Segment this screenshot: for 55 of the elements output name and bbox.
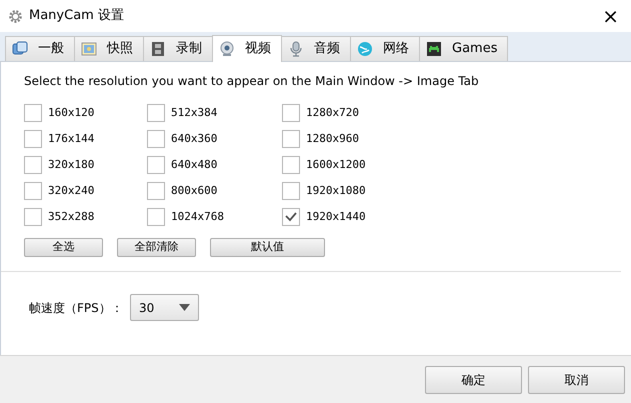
checkbox[interactable] <box>24 156 42 174</box>
close-button[interactable]: × <box>598 6 623 26</box>
checkbox-label: 1920x1440 <box>306 208 366 225</box>
checkbox[interactable] <box>147 156 165 174</box>
picture-frame-icon <box>81 41 97 57</box>
checkbox-label: 352x288 <box>48 208 94 225</box>
tab[interactable]: 录制 <box>143 36 213 61</box>
globe-icon <box>357 41 373 57</box>
selection-button[interactable]: 全选 <box>24 238 103 257</box>
tab[interactable]: 一般 <box>5 36 75 61</box>
selection-button[interactable]: 默认值 <box>210 238 325 257</box>
checkbox[interactable] <box>24 208 42 226</box>
gear-icon <box>8 8 23 24</box>
checkbox-label: 1024x768 <box>171 208 224 225</box>
windows-icon <box>12 41 28 57</box>
checkbox[interactable] <box>147 104 165 122</box>
fps-dropdown[interactable]: 30 <box>130 294 199 321</box>
checkbox-label: 1920x1080 <box>306 182 366 199</box>
checkbox-label: 640x360 <box>171 130 218 147</box>
checkbox[interactable] <box>282 130 300 148</box>
checkbox[interactable] <box>282 182 300 200</box>
checkbox[interactable] <box>24 104 42 122</box>
checkbox[interactable] <box>147 130 165 148</box>
checkbox[interactable] <box>147 208 165 226</box>
selection-button[interactable]: 全部清除 <box>117 238 196 257</box>
checkbox[interactable] <box>282 208 300 226</box>
instruction-text: Select the resolution you want to appear on the Main Window -> Image Tab <box>24 73 480 90</box>
window-title: ManyCam 设置 <box>29 7 124 26</box>
tab[interactable]: 视频 <box>212 35 282 62</box>
checkbox-label: 160x120 <box>48 104 94 121</box>
checkbox-label: 640x480 <box>171 156 218 173</box>
checkbox[interactable] <box>24 130 42 148</box>
checkbox-label: 1280x720 <box>306 104 359 121</box>
checkbox-label: 1280x960 <box>306 130 359 147</box>
webcam-icon <box>219 41 235 57</box>
tab[interactable]: 音频 <box>281 36 351 61</box>
tab[interactable]: 网络 <box>350 36 420 61</box>
checkbox-label: 176x144 <box>48 130 94 147</box>
dialog-button[interactable]: 确定 <box>425 366 522 394</box>
checkbox-label: 320x180 <box>48 156 94 173</box>
checkbox[interactable] <box>282 104 300 122</box>
tab[interactable]: Games <box>419 36 508 61</box>
checkbox-label: 1600x1200 <box>306 156 366 173</box>
checkbox[interactable] <box>282 156 300 174</box>
checkbox-label: 800x600 <box>171 182 218 199</box>
fps-label: 帧速度（FPS）： <box>29 300 124 316</box>
film-icon <box>150 41 166 57</box>
checkbox-label: 512x384 <box>171 104 218 121</box>
checkbox-label: 320x240 <box>48 182 94 199</box>
checkbox[interactable] <box>24 182 42 200</box>
dialog-button[interactable]: 取消 <box>528 366 625 394</box>
caret-icon <box>179 304 190 311</box>
checkbox[interactable] <box>147 182 165 200</box>
microphone-icon <box>288 41 304 57</box>
tab[interactable]: 快照 <box>74 36 144 61</box>
